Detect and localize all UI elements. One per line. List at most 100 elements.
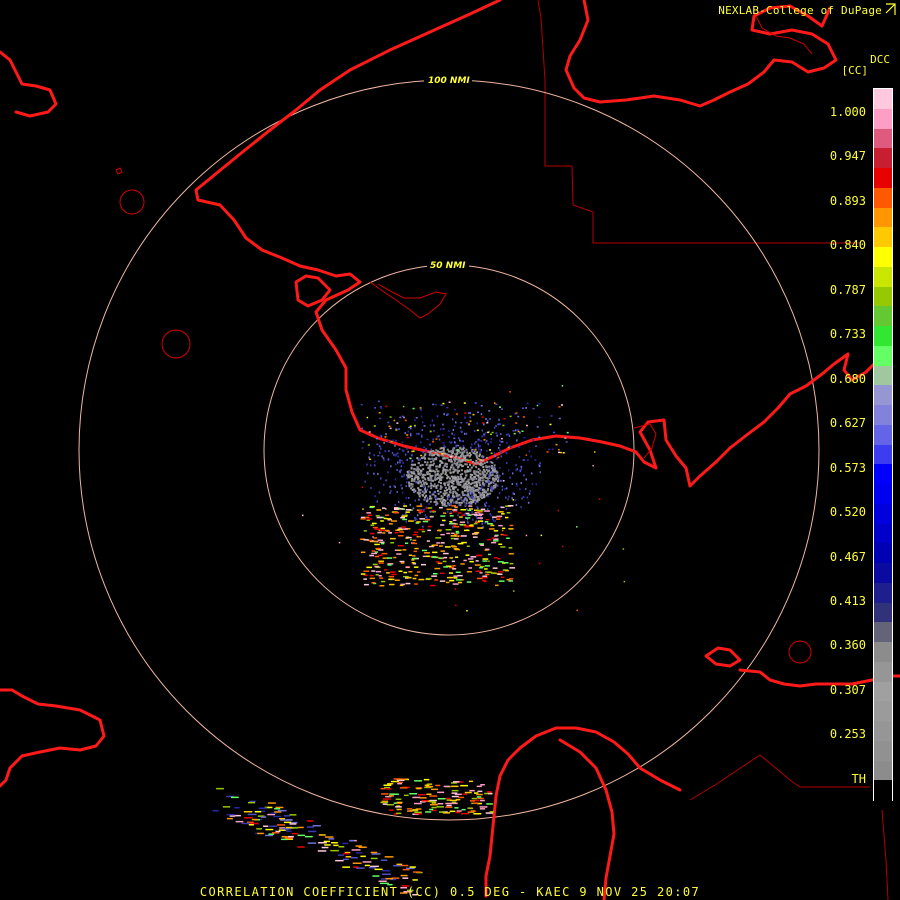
echo-pixel — [421, 457, 423, 460]
echo-pixel — [471, 511, 473, 513]
echo-pixel — [417, 462, 420, 465]
echo-pixel — [331, 842, 338, 844]
echo-pixel — [478, 463, 481, 466]
echo-pixel — [449, 799, 458, 802]
echo-pixel — [415, 445, 417, 448]
echo-pixel — [405, 566, 410, 569]
echo-pixel — [535, 483, 538, 486]
echo-pixel — [443, 812, 451, 814]
echo-pixel — [487, 443, 489, 446]
echo-pixel — [449, 477, 451, 480]
echo-pixel — [462, 480, 465, 483]
echo-pixel — [401, 491, 404, 494]
echo-pixel — [461, 473, 464, 475]
echo-pixel — [460, 422, 463, 424]
echo-pixel — [525, 488, 527, 491]
echo-pixel — [390, 542, 395, 544]
echo-pixel — [489, 449, 491, 451]
echo-pixel — [471, 443, 473, 446]
color-scale-segment — [874, 740, 892, 761]
color-scale-segment — [874, 128, 892, 149]
echo-pixel — [505, 516, 509, 519]
echo-pixel — [473, 813, 482, 815]
color-scale-segment — [874, 780, 892, 801]
echo-pixel — [500, 433, 502, 436]
echo-pixel — [449, 515, 454, 517]
echo-pixel — [503, 480, 505, 482]
echo-pixel — [448, 401, 451, 403]
echo-pixel — [520, 506, 522, 509]
echo-pixel — [324, 836, 334, 838]
echo-pixel — [258, 807, 268, 809]
echo-pixel — [464, 489, 466, 492]
echo-pixel — [476, 484, 479, 486]
echo-pixel — [456, 488, 459, 491]
echo-pixel — [388, 795, 394, 797]
product-caption: CORRELATION COEFFICIENT (CC) 0.5 DEG - K… — [199, 885, 701, 899]
echo-pixel — [448, 441, 451, 443]
echo-pixel — [443, 785, 450, 788]
echo-pixel — [387, 458, 390, 461]
echo-pixel — [409, 457, 412, 460]
echo-pixel — [452, 802, 458, 805]
echo-pixel — [477, 411, 479, 413]
echo-pixel — [506, 537, 510, 539]
echo-pixel — [416, 535, 419, 538]
echo-pixel — [387, 440, 390, 443]
echo-pixel — [481, 494, 483, 497]
echo-pixel — [490, 481, 493, 484]
echo-pixel — [412, 555, 416, 557]
echo-pixel — [494, 469, 496, 472]
echo-pixel — [398, 470, 401, 473]
echo-pixel — [467, 509, 472, 512]
echo-pixel — [397, 782, 402, 785]
echo-pixel — [490, 438, 492, 440]
echo-pixel — [475, 560, 479, 562]
echo-pixel — [491, 487, 493, 490]
echo-pixel — [457, 514, 459, 517]
echo-pixel — [439, 545, 443, 547]
echo-pixel — [374, 543, 380, 546]
echo-pixel — [461, 499, 463, 502]
echo-pixel — [500, 479, 502, 482]
echo-pixel — [450, 458, 453, 461]
echo-pixel — [505, 496, 507, 499]
echo-pixel — [302, 514, 304, 517]
echo-pixel — [454, 441, 456, 444]
echo-pixel — [482, 456, 484, 459]
echo-pixel — [393, 865, 402, 867]
echo-pixel — [490, 441, 492, 444]
echo-pixel — [469, 412, 471, 415]
echo-pixel — [504, 569, 509, 572]
echo-pixel — [367, 472, 369, 475]
echo-pixel — [447, 496, 450, 498]
echo-pixel — [271, 832, 280, 834]
echo-pixel — [423, 425, 426, 427]
echo-pixel — [454, 455, 457, 458]
echo-pixel — [274, 808, 281, 810]
color-scale-tick: 0.840 — [829, 238, 866, 253]
echo-pixel — [467, 453, 469, 456]
echo-pixel — [516, 484, 518, 487]
echo-pixel — [403, 416, 405, 419]
echo-pixel — [458, 494, 461, 496]
echo-pixel — [402, 518, 408, 521]
echo-pixel — [486, 803, 493, 805]
echo-pixel — [414, 519, 416, 522]
echo-pixel — [369, 458, 372, 461]
echo-pixel — [472, 487, 475, 490]
echo-pixel — [471, 492, 473, 495]
echo-pixel — [443, 468, 446, 471]
echo-pixel — [408, 520, 414, 522]
echo-pixel — [427, 466, 430, 469]
echo-pixel — [442, 423, 444, 426]
echo-pixel — [370, 524, 375, 526]
echo-pixel — [386, 518, 392, 520]
echo-pixel — [440, 447, 443, 450]
color-scale-segment — [874, 326, 892, 347]
echo-pixel — [459, 478, 462, 480]
echo-pixel — [401, 475, 403, 478]
echo-pixel — [231, 796, 239, 799]
echo-pixel — [414, 811, 422, 814]
echo-pixel — [476, 461, 479, 464]
